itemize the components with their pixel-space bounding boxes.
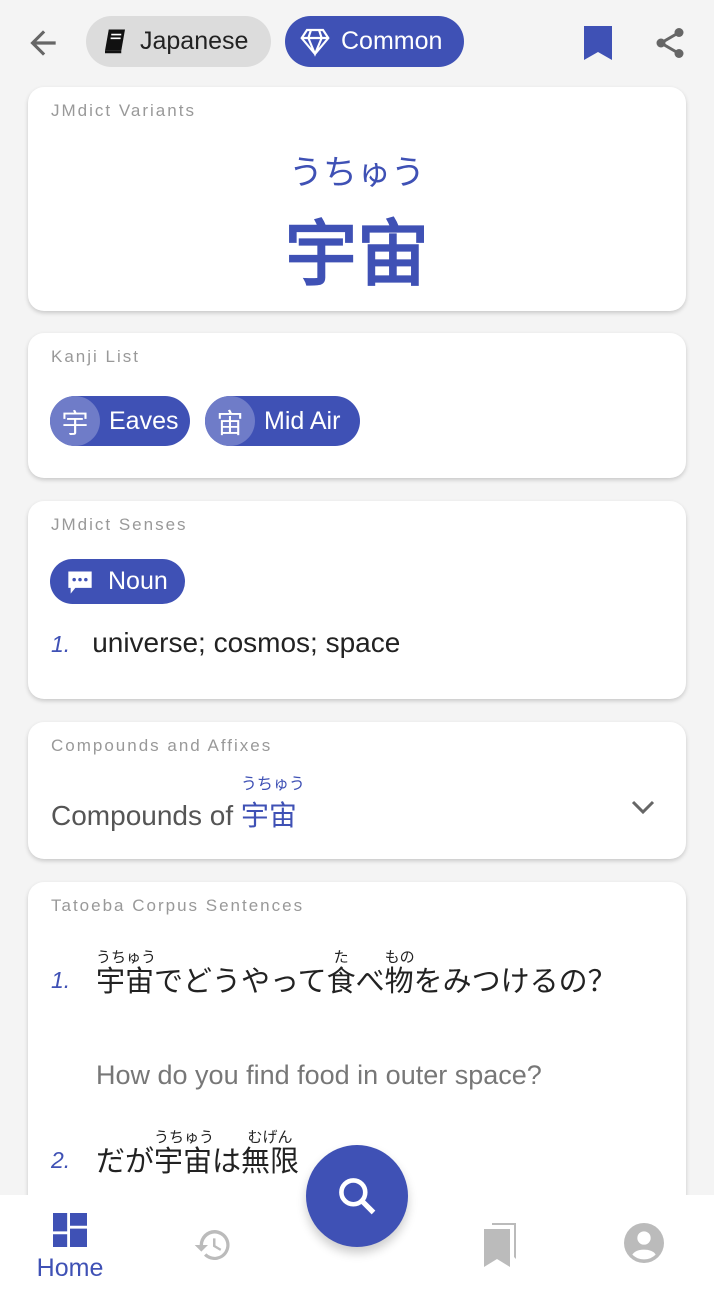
compounds-reading: うちゅう [240, 776, 305, 793]
sentence-text: でどうやって [154, 966, 327, 998]
top-bar: Japanese Common [0, 0, 714, 84]
book-icon [105, 29, 125, 53]
sentence-number: 1. [51, 967, 71, 993]
sentence-text: だが [96, 1146, 155, 1178]
reading: うちゅう [289, 153, 425, 193]
pos-chip: Noun [50, 559, 185, 604]
ruby-word: 食た [327, 949, 356, 1003]
history-icon [194, 1230, 230, 1260]
section-label: Compounds and Affixes [51, 736, 273, 755]
sentence-english: How do you find food in outer space? [96, 1060, 542, 1090]
section-label: Tatoeba Corpus Sentences [51, 896, 305, 915]
pos-label: Noun [108, 567, 168, 595]
compounds-title: Compounds of うちゅう宇宙 [51, 776, 305, 834]
account-icon [624, 1223, 664, 1263]
kanji-chip[interactable]: 宇 Eaves [50, 396, 190, 446]
kanji-char: 宙 [205, 396, 255, 446]
sentence-number: 2. [51, 1147, 71, 1173]
language-label: Japanese [140, 27, 249, 55]
search-fab[interactable] [306, 1145, 408, 1247]
sentence-japanese: 宇宙 うちゅう でどうやって食たべ物 もの をみつけるの？ [96, 949, 666, 1003]
section-label: Kanji List [51, 347, 140, 366]
ruby-word: 無限 むげん [241, 1129, 299, 1183]
sense-text: universe; cosmos; space [92, 627, 401, 658]
sentence-text: は [212, 1146, 242, 1178]
bookmark-icon[interactable] [584, 26, 612, 60]
chevron-down-icon[interactable] [630, 798, 656, 816]
sense-item: 1. universe; cosmos; space [51, 627, 400, 659]
ruby-word: 物もの [385, 949, 415, 1003]
nav-account[interactable] [594, 1223, 694, 1268]
dashboard-icon [53, 1213, 87, 1247]
compounds-word: 宇宙 [240, 800, 297, 831]
nav-bookmarks[interactable] [450, 1223, 550, 1272]
section-label: JMdict Senses [51, 515, 188, 534]
common-label: Common [341, 27, 443, 55]
compounds-prefix: Compounds of [51, 800, 234, 831]
furigana: た [333, 949, 349, 966]
diamond-icon [300, 28, 330, 57]
ruby-word: 宇宙 うちゅう [154, 1129, 214, 1183]
furigana: むげん [247, 1129, 293, 1146]
nav-history[interactable] [163, 1225, 263, 1270]
kanji-meaning: Eaves [109, 406, 179, 435]
sense-number: 1. [51, 631, 71, 657]
common-chip[interactable]: Common [285, 16, 464, 67]
language-chip[interactable]: Japanese [86, 16, 271, 67]
bookmarks-icon [484, 1223, 516, 1267]
senses-card: JMdict Senses Noun 1. universe; cosmos; s… [28, 501, 686, 699]
furigana: もの [384, 949, 415, 966]
kanji-meaning: Mid Air [264, 406, 341, 435]
comment-icon [68, 571, 92, 594]
section-label: JMdict Variants [51, 101, 196, 120]
nav-home-label: Home [36, 1254, 104, 1282]
ruby-word: 宇宙 うちゅう [96, 949, 156, 1003]
kanji-chip[interactable]: 宙 Mid Air [205, 396, 360, 446]
headword: 宇宙 [284, 211, 429, 296]
kanji-list-card: Kanji List 宇 Eaves 宙 Mid Air [28, 333, 686, 478]
kanji-char: 宇 [50, 396, 100, 446]
sentence-text: べ [355, 966, 385, 998]
search-icon [339, 1178, 376, 1215]
variants-card: JMdict Variants うちゅう 宇宙 [28, 87, 686, 311]
furigana: うちゅう [96, 949, 157, 966]
nav-home[interactable]: Home [20, 1213, 120, 1283]
compounds-card[interactable]: Compounds and Affixes Compounds of うちゅう宇… [28, 722, 686, 859]
share-icon[interactable] [652, 24, 688, 62]
furigana: うちゅう [154, 1129, 215, 1146]
back-arrow-icon[interactable] [24, 24, 62, 62]
sentence-text: をみつけるの？ [413, 966, 617, 998]
